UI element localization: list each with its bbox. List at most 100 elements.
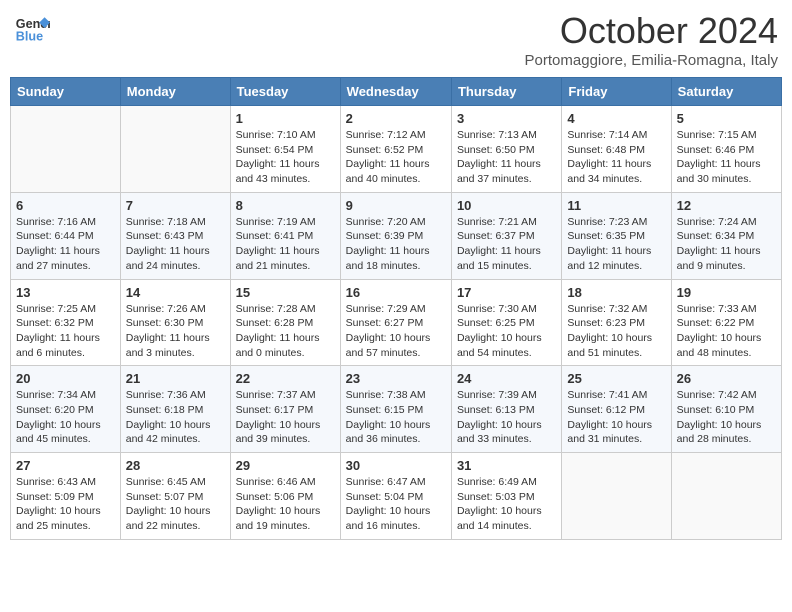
day-number: 22 xyxy=(236,371,335,386)
day-number: 19 xyxy=(677,285,776,300)
day-number: 23 xyxy=(346,371,446,386)
day-info: Sunrise: 6:47 AM Sunset: 5:04 PM Dayligh… xyxy=(346,475,446,534)
calendar-cell: 18 Sunrise: 7:32 AM Sunset: 6:23 PM Dayli… xyxy=(562,279,671,366)
day-info: Sunrise: 6:45 AM Sunset: 5:07 PM Dayligh… xyxy=(126,475,225,534)
calendar-cell: 14 Sunrise: 7:26 AM Sunset: 6:30 PM Dayli… xyxy=(120,279,230,366)
day-number: 27 xyxy=(16,458,115,473)
day-info: Sunrise: 7:20 AM Sunset: 6:39 PM Dayligh… xyxy=(346,215,446,274)
calendar-week-row: 6 Sunrise: 7:16 AM Sunset: 6:44 PM Daylig… xyxy=(11,192,782,279)
calendar-cell: 22 Sunrise: 7:37 AM Sunset: 6:17 PM Dayli… xyxy=(230,366,340,453)
calendar-cell: 20 Sunrise: 7:34 AM Sunset: 6:20 PM Dayli… xyxy=(11,366,121,453)
calendar-cell: 25 Sunrise: 7:41 AM Sunset: 6:12 PM Dayli… xyxy=(562,366,671,453)
day-info: Sunrise: 7:15 AM Sunset: 6:46 PM Dayligh… xyxy=(677,128,776,187)
day-info: Sunrise: 7:25 AM Sunset: 6:32 PM Dayligh… xyxy=(16,302,115,361)
calendar-cell: 26 Sunrise: 7:42 AM Sunset: 6:10 PM Dayli… xyxy=(671,366,781,453)
day-info: Sunrise: 7:33 AM Sunset: 6:22 PM Dayligh… xyxy=(677,302,776,361)
day-number: 12 xyxy=(677,198,776,213)
day-number: 25 xyxy=(567,371,665,386)
day-number: 5 xyxy=(677,111,776,126)
calendar-cell: 9 Sunrise: 7:20 AM Sunset: 6:39 PM Daylig… xyxy=(340,192,451,279)
day-info: Sunrise: 7:14 AM Sunset: 6:48 PM Dayligh… xyxy=(567,128,665,187)
day-info: Sunrise: 7:36 AM Sunset: 6:18 PM Dayligh… xyxy=(126,388,225,447)
day-info: Sunrise: 7:26 AM Sunset: 6:30 PM Dayligh… xyxy=(126,302,225,361)
calendar-cell xyxy=(671,453,781,540)
day-info: Sunrise: 7:34 AM Sunset: 6:20 PM Dayligh… xyxy=(16,388,115,447)
calendar-cell: 16Sunrise: 7:29 AM Sunset: 6:27 PM Dayli… xyxy=(340,279,451,366)
day-number: 13 xyxy=(16,285,115,300)
day-number: 28 xyxy=(126,458,225,473)
month-title: October 2024 xyxy=(525,10,778,52)
day-info: Sunrise: 7:42 AM Sunset: 6:10 PM Dayligh… xyxy=(677,388,776,447)
day-number: 6 xyxy=(16,198,115,213)
day-number: 29 xyxy=(236,458,335,473)
calendar-cell: 5 Sunrise: 7:15 AM Sunset: 6:46 PM Daylig… xyxy=(671,106,781,193)
svg-text:Blue: Blue xyxy=(16,30,43,44)
day-number: 26 xyxy=(677,371,776,386)
calendar-cell xyxy=(11,106,121,193)
calendar-table: SundayMondayTuesdayWednesdayThursdayFrid… xyxy=(10,77,782,540)
day-header-wednesday: Wednesday xyxy=(340,78,451,106)
title-block: October 2024 Portomaggiore, Emilia-Romag… xyxy=(525,10,778,69)
calendar-cell: 1Sunrise: 7:10 AM Sunset: 6:54 PM Daylig… xyxy=(230,106,340,193)
day-info: Sunrise: 7:12 AM Sunset: 6:52 PM Dayligh… xyxy=(346,128,446,187)
day-number: 30 xyxy=(346,458,446,473)
day-number: 14 xyxy=(126,285,225,300)
calendar-cell: 13 Sunrise: 7:25 AM Sunset: 6:32 PM Dayli… xyxy=(11,279,121,366)
day-header-monday: Monday xyxy=(120,78,230,106)
location-subtitle: Portomaggiore, Emilia-Romagna, Italy xyxy=(525,52,778,69)
day-header-thursday: Thursday xyxy=(451,78,561,106)
calendar-cell: 31Sunrise: 6:49 AM Sunset: 5:03 PM Dayli… xyxy=(451,453,561,540)
day-number: 18 xyxy=(567,285,665,300)
day-info: Sunrise: 7:32 AM Sunset: 6:23 PM Dayligh… xyxy=(567,302,665,361)
day-info: Sunrise: 7:23 AM Sunset: 6:35 PM Dayligh… xyxy=(567,215,665,274)
day-header-tuesday: Tuesday xyxy=(230,78,340,106)
calendar-cell: 23 Sunrise: 7:38 AM Sunset: 6:15 PM Dayli… xyxy=(340,366,451,453)
day-number: 8 xyxy=(236,198,335,213)
calendar-cell: 2 Sunrise: 7:12 AM Sunset: 6:52 PM Daylig… xyxy=(340,106,451,193)
calendar-cell: 30 Sunrise: 6:47 AM Sunset: 5:04 PM Dayli… xyxy=(340,453,451,540)
day-info: Sunrise: 7:39 AM Sunset: 6:13 PM Dayligh… xyxy=(457,388,556,447)
day-number: 15 xyxy=(236,285,335,300)
calendar-cell: 4 Sunrise: 7:14 AM Sunset: 6:48 PM Daylig… xyxy=(562,106,671,193)
calendar-cell: 10 Sunrise: 7:21 AM Sunset: 6:37 PM Dayli… xyxy=(451,192,561,279)
day-number: 24 xyxy=(457,371,556,386)
calendar-cell: 8 Sunrise: 7:19 AM Sunset: 6:41 PM Daylig… xyxy=(230,192,340,279)
day-info: Sunrise: 7:24 AM Sunset: 6:34 PM Dayligh… xyxy=(677,215,776,274)
day-info: Sunrise: 7:16 AM Sunset: 6:44 PM Dayligh… xyxy=(16,215,115,274)
calendar-cell: 15 Sunrise: 7:28 AM Sunset: 6:28 PM Dayli… xyxy=(230,279,340,366)
calendar-cell: 29 Sunrise: 6:46 AM Sunset: 5:06 PM Dayli… xyxy=(230,453,340,540)
calendar-cell: 12 Sunrise: 7:24 AM Sunset: 6:34 PM Dayli… xyxy=(671,192,781,279)
day-info: Sunrise: 6:43 AM Sunset: 5:09 PM Dayligh… xyxy=(16,475,115,534)
calendar-cell: 7Sunrise: 7:18 AM Sunset: 6:43 PM Daylig… xyxy=(120,192,230,279)
day-info: Sunrise: 7:18 AM Sunset: 6:43 PM Dayligh… xyxy=(126,215,225,274)
calendar-week-row: 1Sunrise: 7:10 AM Sunset: 6:54 PM Daylig… xyxy=(11,106,782,193)
day-info: Sunrise: 6:46 AM Sunset: 5:06 PM Dayligh… xyxy=(236,475,335,534)
day-number: 2 xyxy=(346,111,446,126)
header: General Blue October 2024 Portomaggiore,… xyxy=(10,10,782,69)
day-info: Sunrise: 7:37 AM Sunset: 6:17 PM Dayligh… xyxy=(236,388,335,447)
calendar-cell: 28 Sunrise: 6:45 AM Sunset: 5:07 PM Dayli… xyxy=(120,453,230,540)
day-number: 10 xyxy=(457,198,556,213)
day-number: 9 xyxy=(346,198,446,213)
logo: General Blue xyxy=(14,10,52,46)
day-info: Sunrise: 7:41 AM Sunset: 6:12 PM Dayligh… xyxy=(567,388,665,447)
calendar-cell: 27 Sunrise: 6:43 AM Sunset: 5:09 PM Dayli… xyxy=(11,453,121,540)
calendar-cell: 11Sunrise: 7:23 AM Sunset: 6:35 PM Dayli… xyxy=(562,192,671,279)
calendar-cell: 19 Sunrise: 7:33 AM Sunset: 6:22 PM Dayli… xyxy=(671,279,781,366)
day-header-sunday: Sunday xyxy=(11,78,121,106)
day-info: Sunrise: 7:19 AM Sunset: 6:41 PM Dayligh… xyxy=(236,215,335,274)
day-info: Sunrise: 7:21 AM Sunset: 6:37 PM Dayligh… xyxy=(457,215,556,274)
calendar-header-row: SundayMondayTuesdayWednesdayThursdayFrid… xyxy=(11,78,782,106)
day-number: 17 xyxy=(457,285,556,300)
calendar-cell xyxy=(562,453,671,540)
day-number: 3 xyxy=(457,111,556,126)
day-info: Sunrise: 7:10 AM Sunset: 6:54 PM Dayligh… xyxy=(236,128,335,187)
day-info: Sunrise: 6:49 AM Sunset: 5:03 PM Dayligh… xyxy=(457,475,556,534)
day-header-friday: Friday xyxy=(562,78,671,106)
day-number: 20 xyxy=(16,371,115,386)
day-info: Sunrise: 7:13 AM Sunset: 6:50 PM Dayligh… xyxy=(457,128,556,187)
day-info: Sunrise: 7:28 AM Sunset: 6:28 PM Dayligh… xyxy=(236,302,335,361)
day-number: 4 xyxy=(567,111,665,126)
calendar-week-row: 13 Sunrise: 7:25 AM Sunset: 6:32 PM Dayli… xyxy=(11,279,782,366)
day-info: Sunrise: 7:38 AM Sunset: 6:15 PM Dayligh… xyxy=(346,388,446,447)
